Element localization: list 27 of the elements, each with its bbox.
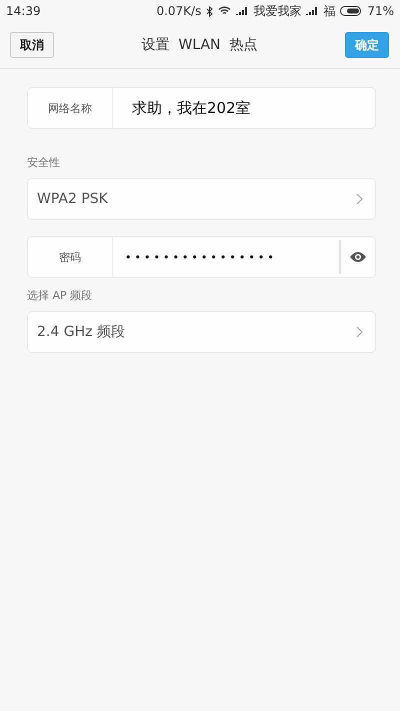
carrier-name: 我爱我家 bbox=[253, 2, 302, 20]
section-heading: 安全性 bbox=[27, 155, 61, 170]
chevron-icon bbox=[356, 193, 363, 205]
status-time: 14:39 bbox=[6, 4, 41, 18]
network-name-field[interactable]: 网络名称 求助，我在202室 bbox=[27, 87, 376, 129]
page-title: 设置 WLAN 热点 bbox=[142, 36, 258, 54]
battery-percent: 71% bbox=[367, 4, 394, 18]
bluetooth-icon bbox=[206, 6, 214, 16]
field-label: 网络名称 bbox=[28, 88, 113, 128]
signal-icon bbox=[306, 6, 318, 16]
wifi-icon bbox=[218, 6, 232, 16]
selector-value: 2.4 GHz 频段 bbox=[36, 323, 126, 341]
security-selector[interactable]: WPA2 PSK bbox=[27, 178, 376, 220]
password-value: •••••••••••••••• bbox=[124, 250, 278, 264]
eye-icon bbox=[349, 251, 367, 263]
field-label: 密码 bbox=[28, 237, 113, 277]
band-selector[interactable]: 2.4 GHz 频段 bbox=[27, 311, 376, 353]
cancel-button[interactable]: 取消 bbox=[10, 32, 54, 58]
field-value: 求助，我在202室 bbox=[131, 98, 251, 118]
battery-icon bbox=[340, 6, 362, 16]
network-speed: 0.07K/s bbox=[156, 4, 202, 18]
signal-icon bbox=[236, 6, 248, 16]
chevron-icon bbox=[356, 326, 363, 338]
carrier-name: 福 bbox=[323, 2, 336, 20]
selector-value: WPA2 PSK bbox=[36, 191, 109, 207]
password-field[interactable]: 密码 •••••••••••••••• bbox=[27, 236, 376, 278]
section-heading: 选择 AP 频段 bbox=[27, 288, 94, 303]
